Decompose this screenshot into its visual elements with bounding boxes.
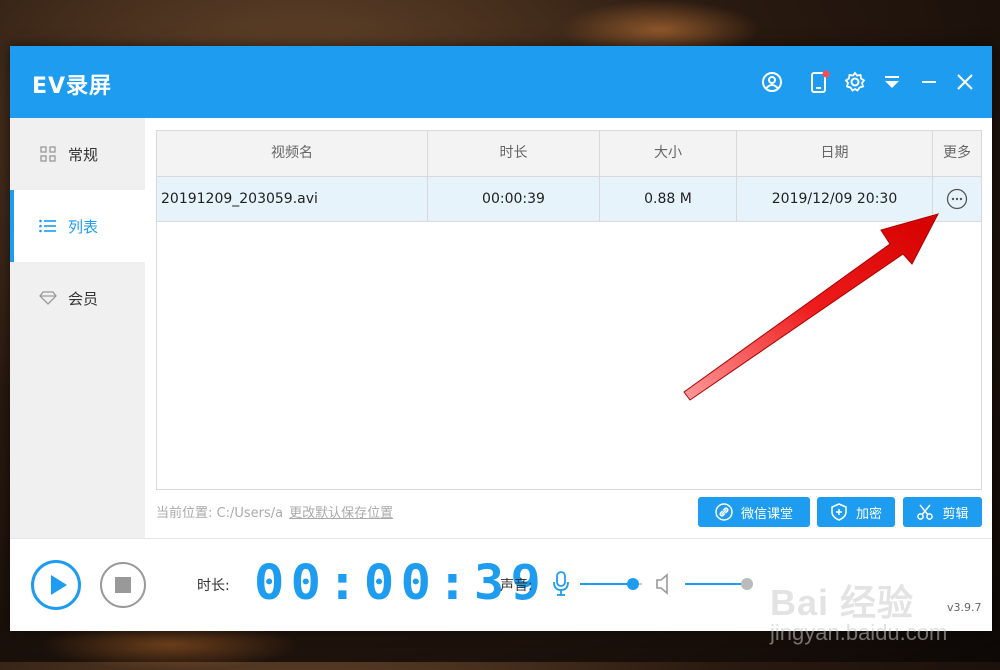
minimize-icon[interactable] — [915, 68, 943, 96]
version-label: v3.9.7 — [947, 601, 982, 614]
encrypt-button[interactable]: 加密 — [817, 497, 895, 527]
column-header-more: 更多 — [943, 145, 971, 161]
mic-volume-slider[interactable] — [580, 578, 642, 590]
sidebar-item-list[interactable]: 列表 — [10, 190, 145, 262]
cell-size: 0.88 M — [600, 177, 737, 221]
close-icon[interactable] — [951, 68, 979, 96]
phone-icon[interactable] — [805, 68, 833, 96]
link-icon — [715, 503, 733, 521]
grid-icon — [38, 144, 58, 164]
play-icon — [51, 575, 67, 595]
diamond-icon — [38, 288, 58, 308]
save-location: 当前位置: C:/Users/a 更改默认保存位置 — [156, 502, 393, 521]
stop-icon — [115, 577, 131, 593]
speaker-volume-knob[interactable] — [741, 578, 753, 590]
column-header-date[interactable]: 日期 — [737, 131, 933, 176]
more-icon[interactable] — [933, 177, 981, 221]
speaker-icon[interactable] — [655, 573, 673, 595]
change-location-link[interactable]: 更改默认保存位置 — [289, 506, 393, 521]
sidebar: 常规 列表 会员 — [10, 118, 145, 538]
app-title: EV录屏 — [32, 74, 113, 99]
duration-label: 时长: — [197, 578, 230, 594]
sidebar-item-label: 列表 — [68, 217, 99, 236]
sidebar-item-member[interactable]: 会员 — [10, 262, 145, 334]
column-header-duration[interactable]: 时长 — [428, 131, 600, 176]
gear-icon[interactable] — [841, 68, 869, 96]
wechat-class-button[interactable]: 微信课堂 — [698, 497, 810, 527]
cut-label: 剪辑 — [942, 506, 969, 522]
app-window: EV录屏 常规 列表 会员 视频名 时长 大小 日期 更多 20191209_2… — [10, 46, 992, 631]
video-table: 视频名 时长 大小 日期 更多 20191209_203059.avi 00:0… — [156, 130, 982, 490]
mic-volume-knob[interactable] — [627, 578, 639, 590]
table-row[interactable]: 20191209_203059.avi 00:00:39 0.88 M 2019… — [157, 177, 981, 222]
stop-button[interactable] — [100, 562, 146, 608]
scissors-icon — [916, 503, 934, 521]
column-header-size[interactable]: 大小 — [600, 131, 737, 176]
watermark-url: jingyan.baidu.com — [770, 620, 948, 645]
cell-name: 20191209_203059.avi — [157, 177, 428, 221]
cell-duration: 00:00:39 — [428, 177, 600, 221]
sidebar-item-general[interactable]: 常规 — [10, 118, 145, 190]
cell-date: 2019/12/09 20:30 — [737, 177, 933, 221]
play-button[interactable] — [31, 560, 81, 610]
encrypt-label: 加密 — [855, 506, 882, 522]
location-label: 当前位置: C:/Users/a — [156, 506, 284, 521]
title-bar: EV录屏 — [10, 46, 992, 118]
column-header-name[interactable]: 视频名 — [157, 131, 428, 176]
speaker-volume-fill — [685, 583, 747, 585]
microphone-icon[interactable] — [552, 571, 570, 597]
user-icon[interactable] — [758, 68, 786, 96]
wechat-class-label: 微信课堂 — [740, 506, 793, 522]
mic-volume-fill — [580, 583, 633, 585]
list-icon — [38, 216, 58, 236]
cut-button[interactable]: 剪辑 — [903, 497, 982, 527]
watermark-logo: Bai 经验 — [770, 582, 915, 623]
dropdown-icon[interactable] — [878, 68, 906, 96]
speaker-volume-slider[interactable] — [685, 578, 753, 590]
volume-label: 声音: — [500, 578, 533, 594]
table-header: 视频名 时长 大小 日期 更多 — [157, 131, 981, 177]
sidebar-item-label: 会员 — [68, 289, 99, 308]
sidebar-item-label: 常规 — [68, 145, 99, 164]
shield-icon — [830, 503, 848, 521]
